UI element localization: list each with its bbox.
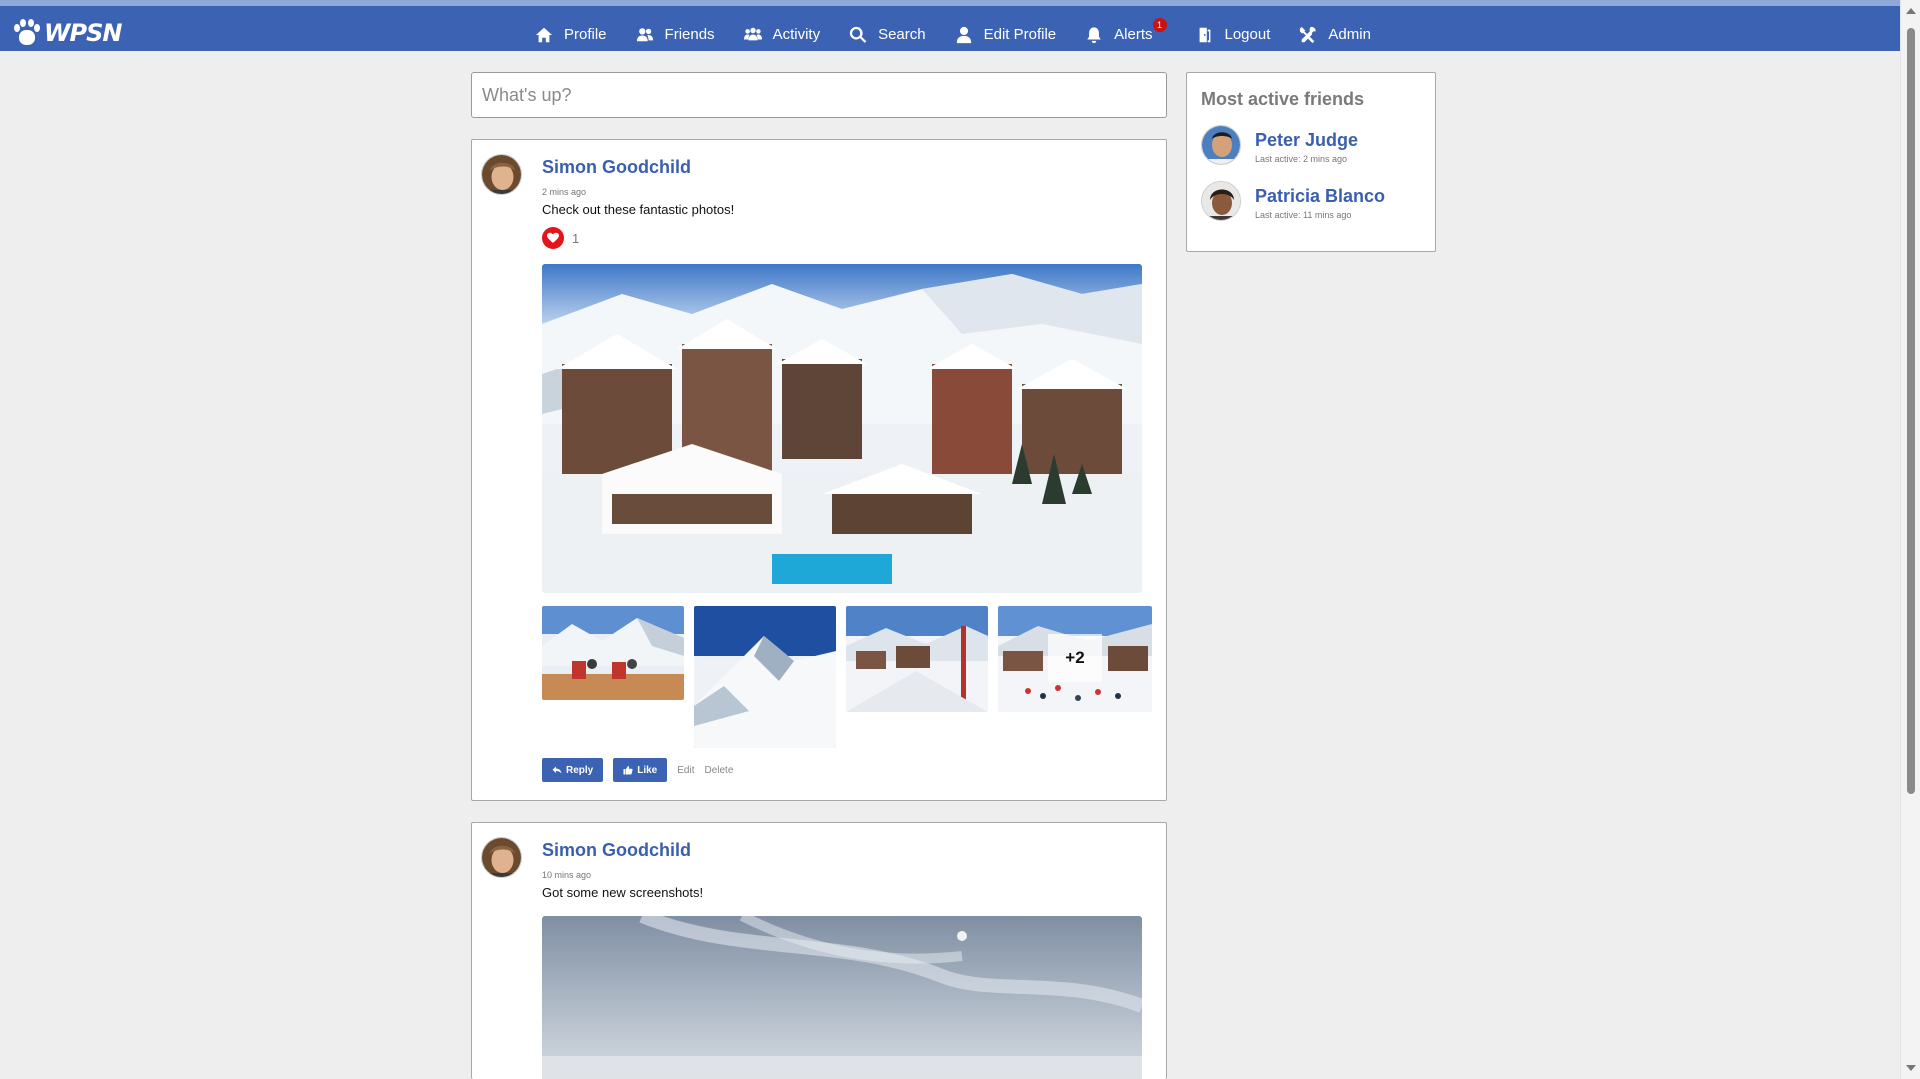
friend-item[interactable]: Patricia Blanco Last active: 11 mins ago <box>1201 181 1421 223</box>
nav-search-label: Search <box>878 26 926 43</box>
friend-name[interactable]: Peter Judge <box>1255 130 1358 151</box>
post-main-photo[interactable] <box>542 264 1142 593</box>
top-navbar: WPSN Profile Friends Activity Search Edi… <box>0 0 1900 51</box>
author-avatar[interactable] <box>481 154 522 195</box>
nav-profile-label: Profile <box>564 26 607 43</box>
nav-activity[interactable]: Activity <box>743 20 821 50</box>
post-text: Check out these fantastic photos! <box>542 202 735 217</box>
post-card: Simon Goodchild 2 mins ago Check out the… <box>471 139 1167 801</box>
delete-link[interactable]: Delete <box>704 765 733 776</box>
post-photo-thumbnail[interactable] <box>694 606 836 748</box>
post-text: Got some new screenshots! <box>542 885 704 900</box>
reply-button-label: Reply <box>566 764 594 776</box>
reaction-count: 1 <box>572 230 580 246</box>
nav-alerts[interactable]: Alerts 1 <box>1085 17 1167 50</box>
like-button-label: Like <box>637 764 658 776</box>
nav-activity-label: Activity <box>772 26 821 43</box>
nav-alerts-label: Alerts <box>1114 26 1153 43</box>
post-photo-thumbnail[interactable] <box>846 606 988 712</box>
scrollbar-thumb[interactable] <box>1907 28 1915 794</box>
paw-logo-icon <box>12 18 42 48</box>
friend-avatar[interactable] <box>1201 125 1241 165</box>
wpsn-logo[interactable]: WPSN <box>12 18 122 48</box>
home-icon <box>535 27 553 42</box>
main-nav: Profile Friends Activity Search Edit Pro… <box>535 12 1400 57</box>
friend-last-active: Last active: 11 mins ago <box>1255 210 1352 220</box>
friend-last-active: Last active: 2 mins ago <box>1255 154 1348 164</box>
edit-link[interactable]: Edit <box>677 765 694 776</box>
post-actions: Reply Like Edit Delete <box>542 758 743 782</box>
heart-icon <box>542 227 564 249</box>
post-card: Simon Goodchild 10 mins ago Got some new… <box>471 822 1167 1079</box>
post-author[interactable]: Simon Goodchild <box>542 157 691 178</box>
friend-avatar[interactable] <box>1201 181 1241 221</box>
search-icon <box>849 26 867 43</box>
nav-friends-label: Friends <box>664 26 715 43</box>
author-avatar[interactable] <box>481 837 522 878</box>
alerts-count-badge: 1 <box>1152 17 1167 32</box>
most-active-friends-panel: Most active friends Peter Judge Last act… <box>1186 72 1436 252</box>
activity-icon <box>743 27 762 40</box>
post-time: 2 mins ago <box>542 187 587 197</box>
nav-admin[interactable]: Admin <box>1299 20 1371 50</box>
nav-friends[interactable]: Friends <box>636 20 715 50</box>
status-composer[interactable] <box>471 72 1167 118</box>
more-photos-count: +2 <box>1048 634 1102 682</box>
reply-icon <box>552 766 562 774</box>
scroll-down-arrow-icon[interactable] <box>1906 1065 1916 1071</box>
bell-icon <box>1087 26 1101 43</box>
post-main-photo[interactable] <box>542 916 1142 1079</box>
nav-search[interactable]: Search <box>849 20 926 50</box>
nav-admin-label: Admin <box>1328 26 1371 43</box>
user-icon <box>956 26 971 43</box>
friends-icon <box>636 27 653 41</box>
like-button[interactable]: Like <box>613 758 668 782</box>
nav-edit-profile-label: Edit Profile <box>983 26 1057 43</box>
tools-icon <box>1300 26 1317 43</box>
post-photo-thumbnail[interactable] <box>542 606 684 700</box>
vertical-scrollbar[interactable] <box>1900 0 1920 1079</box>
nav-logout[interactable]: Logout <box>1196 20 1271 50</box>
scroll-up-arrow-icon[interactable] <box>1906 8 1916 14</box>
post-author[interactable]: Simon Goodchild <box>542 840 691 861</box>
reply-button[interactable]: Reply <box>542 758 604 782</box>
post-photo-thumbnail-more[interactable]: +2 <box>998 606 1152 712</box>
nav-edit-profile[interactable]: Edit Profile <box>955 20 1057 50</box>
thumbs-up-icon <box>623 766 633 775</box>
nav-profile[interactable]: Profile <box>535 20 607 50</box>
sidebar-title: Most active friends <box>1201 89 1365 109</box>
logout-door-icon <box>1199 27 1210 42</box>
friend-name[interactable]: Patricia Blanco <box>1255 186 1385 207</box>
post-reactions[interactable]: 1 <box>542 227 579 249</box>
post-time: 10 mins ago <box>542 870 592 880</box>
friend-item[interactable]: Peter Judge Last active: 2 mins ago <box>1201 125 1421 167</box>
status-input[interactable] <box>472 73 1166 117</box>
logo-text: WPSN <box>44 19 122 47</box>
nav-logout-label: Logout <box>1224 26 1271 43</box>
